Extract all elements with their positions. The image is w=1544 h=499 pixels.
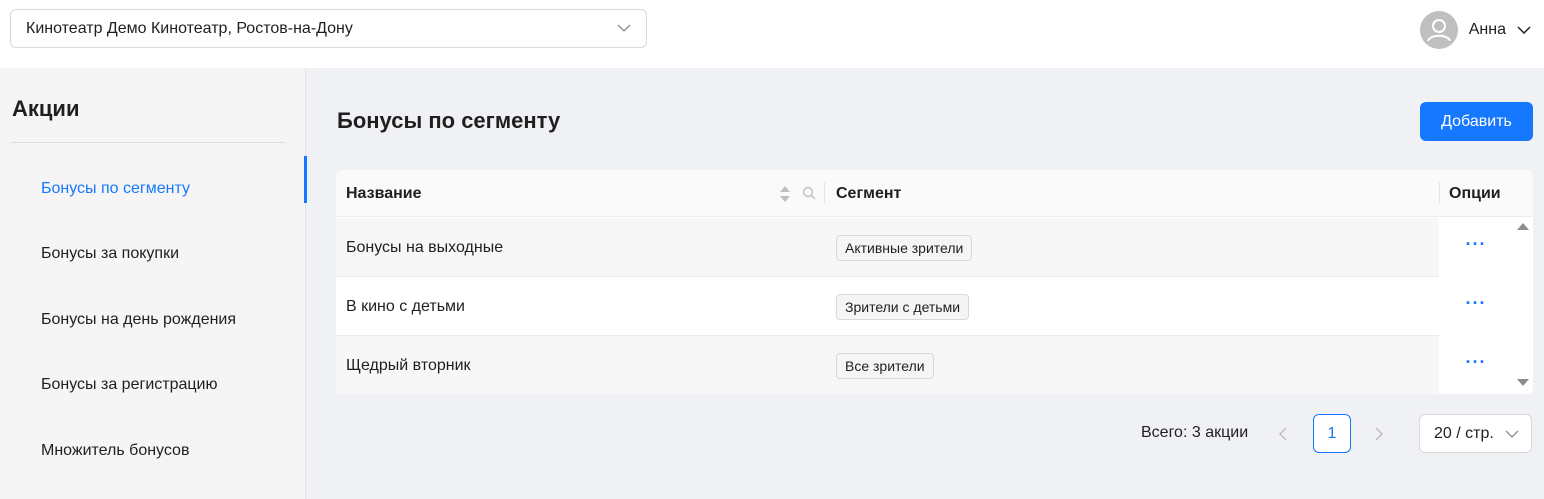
cinema-select[interactable]: Кинотеатр Демо Кинотеатр, Ростов-на-Дону [10, 9, 647, 48]
chevron-down-icon [1517, 26, 1531, 35]
column-header-name[interactable]: Название [346, 170, 826, 217]
search-icon[interactable] [802, 186, 816, 200]
total-count: Всего: 3 акции [1141, 424, 1249, 441]
table-row[interactable]: Бонусы на выходные Активные зрители ··· [336, 218, 1513, 277]
scroll-down-arrow-icon[interactable] [1517, 379, 1529, 386]
cinema-select-value: Кинотеатр Демо Кинотеатр, Ростов-на-Дону [26, 19, 353, 37]
sidebar-item-registration-bonuses[interactable]: Бонусы за регистрацию [0, 353, 306, 419]
sidebar-item-label: Бонусы за регистрацию [41, 376, 218, 394]
sidebar: Акции Бонусы по сегменту Бонусы за покуп… [0, 68, 307, 499]
sidebar-item-birthday-bonuses[interactable]: Бонусы на день рождения [0, 287, 306, 353]
table-scrollbar[interactable] [1513, 218, 1533, 394]
sidebar-item-bonus-multiplier[interactable]: Множитель бонусов [0, 418, 306, 484]
sidebar-item-purchase-bonuses[interactable]: Бонусы за покупки [0, 222, 306, 288]
table-row[interactable]: В кино с детьми Зрители с детьми ··· [336, 277, 1513, 336]
page-button-current[interactable]: 1 [1313, 414, 1351, 453]
more-options-icon[interactable]: ··· [1466, 353, 1487, 371]
column-separator [824, 182, 825, 204]
sort-icon[interactable] [779, 185, 791, 203]
sidebar-item-label: Бонусы по сегменту [41, 179, 190, 197]
promotions-table: Название Сегмент Опции Бонусы на выходны… [336, 170, 1533, 394]
page-size-value: 20 / стр. [1434, 424, 1494, 442]
segment-tag: Активные зрители [836, 235, 973, 261]
scroll-up-arrow-icon[interactable] [1517, 223, 1529, 230]
options-cell: ··· [1439, 277, 1513, 336]
table-body: Бонусы на выходные Активные зрители ··· … [336, 218, 1513, 394]
more-options-icon[interactable]: ··· [1466, 294, 1487, 312]
user-name: Анна [1468, 21, 1506, 38]
column-header-options: Опции [1449, 184, 1501, 202]
chevron-right-icon[interactable] [1371, 424, 1387, 444]
column-separator [1439, 182, 1440, 204]
chevron-down-icon [1505, 430, 1519, 438]
table-row[interactable]: Щедрый вторник Все зрители ··· [336, 336, 1513, 394]
row-name: Щедрый вторник [346, 356, 471, 374]
chevron-down-icon [617, 24, 631, 32]
chevron-left-icon[interactable] [1275, 424, 1291, 444]
segment-tag: Все зрители [836, 353, 934, 379]
more-options-icon[interactable]: ··· [1466, 235, 1487, 253]
options-cell: ··· [1439, 336, 1513, 394]
main-content: Бонусы по сегменту Добавить Название Сег… [307, 68, 1544, 499]
sidebar-title: Акции [12, 96, 80, 121]
top-header: Кинотеатр Демо Кинотеатр, Ростов-на-Дону… [0, 0, 1544, 68]
row-name: Бонусы на выходные [346, 238, 504, 256]
column-header-segment: Сегмент [836, 184, 902, 202]
sidebar-divider [11, 142, 285, 143]
sidebar-item-label: Бонусы за покупки [41, 245, 180, 263]
page-size-select[interactable]: 20 / стр. [1419, 414, 1532, 453]
table-header: Название Сегмент Опции [336, 170, 1533, 217]
sidebar-item-label: Бонусы на день рождения [41, 310, 237, 328]
pagination: Всего: 3 акции 1 20 / стр. [307, 414, 1544, 454]
sidebar-item-segment-bonuses[interactable]: Бонусы по сегменту [0, 156, 307, 222]
user-avatar-icon [1419, 11, 1458, 49]
add-button[interactable]: Добавить [1420, 102, 1533, 141]
options-cell: ··· [1439, 218, 1513, 277]
sidebar-menu: Бонусы по сегменту Бонусы за покупки Бон… [0, 156, 307, 484]
page-title: Бонусы по сегменту [337, 108, 561, 133]
user-menu[interactable]: Анна [1419, 11, 1532, 49]
sidebar-item-label: Множитель бонусов [41, 441, 190, 459]
segment-tag: Зрители с детьми [836, 294, 970, 320]
row-name: В кино с детьми [346, 297, 465, 315]
